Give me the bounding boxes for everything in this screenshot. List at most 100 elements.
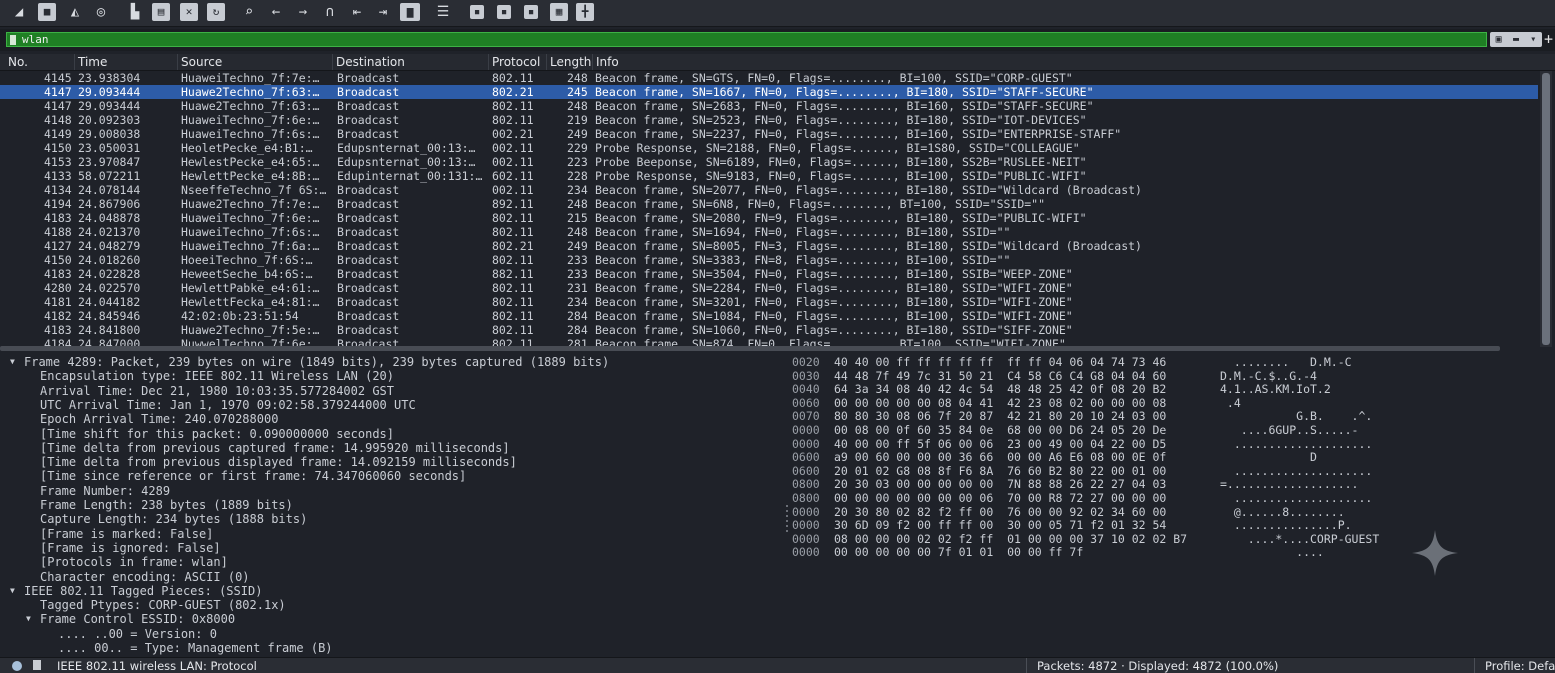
filter-bookmark-icon[interactable]	[10, 35, 16, 45]
hex-row[interactable]: 0000 40 00 00 ff 5f 06 00 06 23 00 49 00 …	[792, 437, 1492, 451]
save-file-icon[interactable]: ▤	[152, 3, 170, 21]
hex-row[interactable]: 0000 00 08 00 0f 60 35 84 0e 68 00 00 D6 …	[792, 423, 1492, 437]
col-header-length[interactable]: Length	[550, 55, 591, 69]
detail-tree-item[interactable]: Epoch Arrival Time: 240.070288000	[40, 412, 278, 426]
table-row-selected[interactable]: 4147 29.093444 Huawe2Techno_7f:63:… Broadca…	[0, 85, 1538, 99]
detail-tree-item[interactable]: [Time shift for this packet: 0.090000000…	[40, 427, 394, 441]
go-to-packet-icon[interactable]: ∩	[321, 3, 339, 21]
cell-no: 4147	[44, 99, 72, 113]
detail-tree-item[interactable]: [Frame is ignored: False]	[40, 541, 221, 555]
packet-list-hscrollbar[interactable]	[0, 346, 1500, 351]
table-row[interactable]: 4147 29.093444 Huawe2Techno_7f:63:… Broadca…	[0, 99, 1538, 113]
table-row[interactable]: 4150 24.018260 HoeeiTechno_7f:6S:… Broadcas…	[0, 253, 1538, 267]
pane-splitter[interactable]	[784, 353, 790, 655]
hex-row[interactable]: 0800 20 30 03 00 00 00 00 00 7N 88 88 26 …	[792, 477, 1492, 491]
zoom-in-icon[interactable]: ▪	[470, 5, 484, 19]
table-row[interactable]: 4183 24.048878 HuaweiTechno_7f:6e:… Broadca…	[0, 211, 1538, 225]
table-row[interactable]: 4150 23.050031 HeoletPecke_e4:B1:… Edupsnte…	[0, 141, 1538, 155]
hex-row[interactable]: 0800 00 00 00 00 00 00 00 06 70 00 R8 72 …	[792, 491, 1492, 505]
table-row[interactable]: 4188 24.021370 HuaweiTechno_7f:6s:… Broadca…	[0, 225, 1538, 239]
detail-tree-item[interactable]: Tagged Ptypes: CORP-GUEST (802.1x)	[40, 598, 286, 612]
filter-dropdown-icon[interactable]: ▾	[1530, 34, 1536, 45]
go-back-icon[interactable]: ←	[267, 3, 285, 21]
table-row[interactable]: 4133 58.072211 HewlettPecke_e4:8B:… Edupint…	[0, 169, 1538, 183]
hex-row[interactable]: 0600 20 01 02 G8 08 8f F6 8A 76 60 B2 80 …	[792, 464, 1492, 478]
filter-clear-icon[interactable]: ▣	[1496, 34, 1502, 45]
hex-row[interactable]: 0000 30 6D 09 f2 00 ff ff 00 30 00 05 71 …	[792, 518, 1492, 532]
table-row[interactable]: 4127 24.048279 HuaweiTechno_7f:6a:… Broadca…	[0, 239, 1538, 253]
find-packet-icon[interactable]: ⌕	[240, 3, 258, 21]
detail-tree-item[interactable]: Frame 4289: Packet, 239 bytes on wire (1…	[24, 355, 609, 369]
hex-row[interactable]: 0000 20 30 80 02 82 f2 ff 00 76 00 00 92 …	[792, 505, 1492, 519]
table-row[interactable]: 4194 24.867906 Huawe2Techno_7f:7e:… Broadca…	[0, 197, 1538, 211]
detail-tree-item[interactable]: [Protocols in frame: wlan]	[40, 555, 228, 569]
filter-apply-icon[interactable]: ▬	[1513, 34, 1519, 45]
layout-icon[interactable]: ╋	[576, 3, 594, 21]
add-filter-button-icon[interactable]: +	[1544, 30, 1553, 48]
table-row[interactable]: 4181 24.044182 HewlettFecka_e4:81:… Broadca…	[0, 295, 1538, 309]
col-header-source[interactable]: Source	[181, 55, 222, 69]
col-header-destination[interactable]: Destination	[336, 55, 405, 69]
hex-row[interactable]: 0000 08 00 00 00 02 02 f2 ff 01 00 00 00 …	[792, 532, 1492, 546]
detail-tree-item[interactable]: .... 00.. = Type: Management frame (B)	[58, 641, 333, 655]
table-row[interactable]: 4148 20.092303 HuaweiTechno_7f:6e:… Broadca…	[0, 113, 1538, 127]
hex-row[interactable]: 0060 00 00 00 00 00 08 04 41 42 23 08 02 …	[792, 396, 1492, 410]
tree-expand-arrow-icon[interactable]: ▼	[26, 615, 34, 623]
detail-tree-item[interactable]: [Time delta from previous displayed fram…	[40, 455, 517, 469]
expert-info-icon[interactable]	[12, 661, 22, 671]
table-row[interactable]: 4183 24.022828 HeweetSeche_b4:6S:… Broadcas…	[0, 267, 1538, 281]
table-row[interactable]: 4145 23.938304 HuaweiTechno_7f:7e:… Broadca…	[0, 71, 1538, 85]
detail-tree-item[interactable]: UTC Arrival Time: Jan 1, 1970 09:02:58.3…	[40, 398, 416, 412]
cell-destination: Edupsnternat_00:13:…	[337, 155, 476, 169]
hex-row[interactable]: 0030 44 48 7f 49 7c 31 50 21 C4 58 C6 C4 …	[792, 369, 1492, 383]
colorize-icon[interactable]: ☰	[434, 3, 452, 21]
reload-file-icon[interactable]: ↻	[207, 3, 225, 21]
detail-tree-item[interactable]: Frame Number: 4289	[40, 484, 170, 498]
col-header-time[interactable]: Time	[78, 55, 107, 69]
resize-columns-icon[interactable]: ▦	[550, 3, 568, 21]
detail-tree-item[interactable]: [Time since reference or first frame: 74…	[40, 469, 466, 483]
detail-tree-item[interactable]: Frame Length: 238 bytes (1889 bits)	[40, 498, 293, 512]
table-row[interactable]: 4280 24.022570 HewlettPabke_e4:61:… Broadca…	[0, 281, 1538, 295]
restart-capture-icon[interactable]: ◭	[66, 3, 84, 21]
normal-size-icon[interactable]: ▪	[524, 5, 538, 19]
auto-scroll-icon[interactable]: ▆	[400, 3, 420, 21]
profile-label[interactable]: Profile: Default	[1485, 659, 1555, 673]
zoom-out-icon[interactable]: ▪	[497, 5, 511, 19]
detail-tree-item[interactable]: Frame Control ESSID: 0x8000	[40, 612, 235, 626]
col-header-info[interactable]: Info	[596, 55, 619, 69]
stop-capture-icon[interactable]: ■	[38, 3, 56, 21]
detail-tree-item[interactable]: .... ..00 = Version: 0	[58, 627, 217, 641]
capture-comment-icon[interactable]	[33, 660, 41, 670]
detail-tree-item[interactable]: [Time delta from previous captured frame…	[40, 441, 510, 455]
table-row[interactable]: 4153 23.970847 HewlestPecke_e4:65:… Edupsnt…	[0, 155, 1538, 169]
table-row[interactable]: 4134 24.078144 NseeffeTechno_7f 6S:… Broadc…	[0, 183, 1538, 197]
hex-row[interactable]: 0600 a9 00 60 00 00 00 36 66 00 00 A6 E6 …	[792, 450, 1492, 464]
detail-tree-item[interactable]: Arrival Time: Dec 21, 1980 10:03:35.5772…	[40, 384, 394, 398]
packet-list-scroll-thumb[interactable]	[1542, 73, 1550, 345]
tree-expand-arrow-icon[interactable]: ▼	[10, 358, 18, 366]
detail-tree-item[interactable]: [Frame is marked: False]	[40, 527, 213, 541]
go-first-icon[interactable]: ⇤	[348, 3, 366, 21]
table-row[interactable]: 4183 24.841800 Huawe2Techno_7f:5e:… Broadca…	[0, 323, 1538, 337]
col-header-no[interactable]: No.	[8, 55, 28, 69]
hex-row[interactable]: 0040 64 3a 34 08 40 42 4c 54 48 48 25 42 …	[792, 382, 1492, 396]
table-row[interactable]: 4182 24.845946 42:02:0b:23:51:54 Broadcast 8…	[0, 309, 1538, 323]
hex-row[interactable]: 0020 40 40 00 ff ff ff ff ff ff ff 04 06 …	[792, 355, 1492, 369]
table-row[interactable]: 4149 29.008038 HuaweiTechno_7f:6s:… Broadca…	[0, 127, 1538, 141]
open-file-icon[interactable]: ▙	[126, 3, 144, 21]
col-header-protocol[interactable]: Protocol	[492, 55, 540, 69]
tree-expand-arrow-icon[interactable]: ▼	[10, 586, 18, 595]
detail-tree-item[interactable]: Character encoding: ASCII (0)	[40, 570, 250, 584]
capture-options-icon[interactable]: ◎	[92, 3, 110, 21]
close-file-icon[interactable]: ✕	[180, 3, 198, 21]
hex-row[interactable]: 0000 00 00 00 00 00 7f 01 01 00 00 ff 7f …	[792, 545, 1492, 559]
go-forward-icon[interactable]: →	[294, 3, 312, 21]
shark-fin-icon[interactable]: ◢	[10, 3, 28, 21]
detail-tree-item[interactable]: Capture Length: 234 bytes (1888 bits)	[40, 512, 307, 526]
detail-tree-item[interactable]: IEEE 802.11 Tagged Pieces: (SSID)	[24, 584, 262, 598]
display-filter-input[interactable]	[6, 32, 1487, 47]
hex-row[interactable]: 0070 80 80 30 08 06 7f 20 87 42 21 80 20 …	[792, 409, 1492, 423]
detail-tree-item[interactable]: Encapsulation type: IEEE 802.11 Wireless…	[40, 369, 394, 383]
go-last-icon[interactable]: ⇥	[374, 3, 392, 21]
